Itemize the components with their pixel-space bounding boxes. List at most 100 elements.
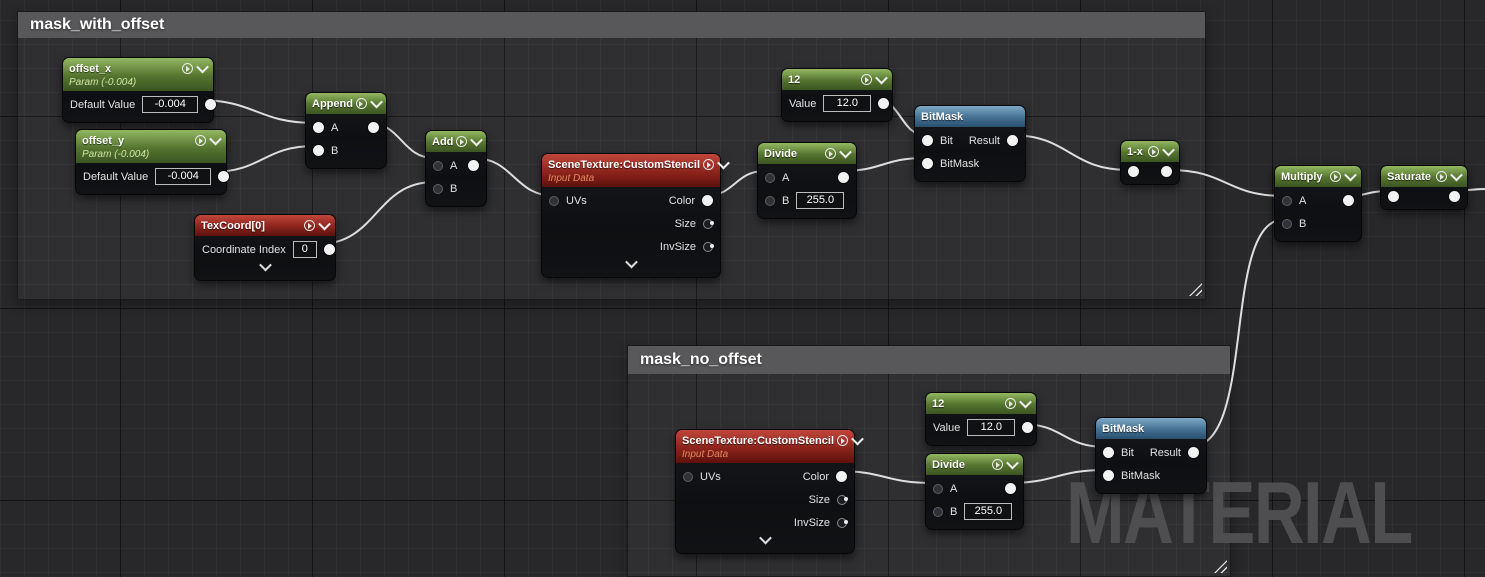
output-pin-result[interactable] xyxy=(1188,447,1199,458)
preview-icon[interactable] xyxy=(1148,146,1159,157)
input-pin-uvs[interactable] xyxy=(683,471,693,482)
preview-icon[interactable] xyxy=(861,74,872,85)
value-input[interactable]: 12.0 xyxy=(967,419,1016,436)
expand-chevron-icon[interactable] xyxy=(258,258,272,272)
output-pin-color[interactable] xyxy=(702,195,713,206)
node-header[interactable]: SceneTexture:CustomStencil Input Data xyxy=(676,430,864,463)
node-constant-12[interactable]: 12 Value 12.0 xyxy=(781,68,893,122)
output-pin[interactable] xyxy=(1343,195,1354,206)
node-header[interactable]: 12 xyxy=(782,69,892,90)
output-pin[interactable] xyxy=(1005,483,1016,494)
output-pin[interactable] xyxy=(368,122,379,133)
node-header[interactable]: Multiply xyxy=(1275,166,1361,187)
chevron-down-icon[interactable] xyxy=(1344,168,1357,182)
chevron-down-icon[interactable] xyxy=(209,132,222,146)
preview-icon[interactable] xyxy=(703,159,715,170)
input-pin-bitmask[interactable] xyxy=(922,158,933,169)
input-pin-bit[interactable] xyxy=(922,135,933,146)
chevron-down-icon[interactable] xyxy=(196,60,209,74)
input-pin-a[interactable] xyxy=(765,172,775,183)
node-header[interactable]: BitMask xyxy=(1096,418,1206,439)
chevron-down-icon[interactable] xyxy=(1019,395,1032,409)
node-header[interactable]: TexCoord[0] xyxy=(195,215,335,236)
node-offset-x[interactable]: offset_x Param (-0.004) Default Value -0… xyxy=(62,57,217,123)
preview-icon[interactable] xyxy=(1436,171,1447,182)
default-value-input[interactable]: -0.004 xyxy=(142,96,199,113)
b-value-input[interactable]: 255.0 xyxy=(964,503,1013,520)
value-input[interactable]: 12.0 xyxy=(823,95,872,112)
output-pin[interactable] xyxy=(838,172,849,183)
preview-icon[interactable] xyxy=(825,148,836,159)
chevron-down-icon[interactable] xyxy=(839,145,852,159)
expand-chevron-icon[interactable] xyxy=(758,531,772,545)
output-pin[interactable] xyxy=(468,160,479,171)
preview-icon[interactable] xyxy=(304,220,315,231)
chevron-down-icon[interactable] xyxy=(717,156,730,170)
node-divide[interactable]: Divide A B 255.0 xyxy=(925,453,1024,530)
preview-icon[interactable] xyxy=(992,459,1003,470)
coordinate-index-input[interactable]: 0 xyxy=(292,241,317,258)
output-pin-color[interactable] xyxy=(836,471,847,482)
node-header[interactable]: BitMask xyxy=(915,106,1025,127)
output-pin-invsize[interactable] xyxy=(837,517,848,528)
preview-icon[interactable] xyxy=(1330,171,1341,182)
node-texcoord[interactable]: TexCoord[0] Coordinate Index 0 xyxy=(194,214,336,281)
input-pin-b[interactable] xyxy=(765,195,775,206)
input-pin-b[interactable] xyxy=(933,506,943,517)
input-pin[interactable] xyxy=(1388,190,1399,202)
input-pin-a[interactable] xyxy=(313,122,324,133)
preview-icon[interactable] xyxy=(182,63,193,74)
node-header[interactable]: 12 xyxy=(926,393,1036,414)
preview-icon[interactable] xyxy=(456,136,468,147)
node-offset-y[interactable]: offset_y Param (-0.004) Default Value -0… xyxy=(75,129,230,195)
default-value-input[interactable]: -0.004 xyxy=(155,168,212,185)
input-pin-b[interactable] xyxy=(433,183,443,194)
node-bitmask[interactable]: BitMask Bit Result BitMask xyxy=(914,105,1026,182)
preview-icon[interactable] xyxy=(837,435,849,446)
node-scenetexture-customstencil[interactable]: SceneTexture:CustomStencil Input Data UV… xyxy=(675,429,864,554)
node-bitmask[interactable]: BitMask Bit Result BitMask xyxy=(1095,417,1207,494)
node-header[interactable]: Add xyxy=(426,131,486,152)
input-pin-a[interactable] xyxy=(1282,195,1292,206)
b-value-input[interactable]: 255.0 xyxy=(796,192,845,209)
chevron-down-icon[interactable] xyxy=(470,133,484,147)
node-divide[interactable]: Divide A B 255.0 xyxy=(757,142,857,219)
output-pin[interactable] xyxy=(1161,165,1172,177)
node-header[interactable]: Append xyxy=(306,93,386,114)
node-one-minus-x[interactable]: 1-x xyxy=(1120,140,1180,185)
output-pin-result[interactable] xyxy=(1007,135,1018,146)
output-pin-size[interactable] xyxy=(703,218,714,229)
node-header[interactable]: 1-x xyxy=(1121,141,1179,162)
expand-chevron-icon[interactable] xyxy=(624,255,638,269)
output-pin[interactable] xyxy=(323,244,335,255)
output-pin-size[interactable] xyxy=(837,494,848,505)
node-scenetexture-customstencil[interactable]: SceneTexture:CustomStencil Input Data UV… xyxy=(541,153,730,278)
input-pin-a[interactable] xyxy=(433,160,443,171)
node-header[interactable]: Divide xyxy=(926,454,1023,475)
preview-icon[interactable] xyxy=(355,98,367,109)
node-header[interactable]: SceneTexture:CustomStencil Input Data xyxy=(542,154,730,187)
comment-header[interactable]: mask_with_offset xyxy=(18,12,1205,38)
output-pin[interactable] xyxy=(1449,190,1460,202)
output-pin[interactable] xyxy=(218,171,230,182)
node-append[interactable]: Append A B xyxy=(305,92,387,169)
output-pin-invsize[interactable] xyxy=(703,241,714,252)
input-pin-b[interactable] xyxy=(313,145,324,156)
node-saturate[interactable]: Saturate xyxy=(1380,165,1468,210)
input-pin-b[interactable] xyxy=(1282,218,1292,229)
input-pin-bit[interactable] xyxy=(1103,447,1114,458)
node-header[interactable]: Divide xyxy=(758,143,856,164)
chevron-down-icon[interactable] xyxy=(875,71,888,85)
input-pin-a[interactable] xyxy=(933,483,943,494)
resize-handle[interactable] xyxy=(1189,283,1202,296)
preview-icon[interactable] xyxy=(1005,398,1016,409)
preview-icon[interactable] xyxy=(195,135,206,146)
output-pin[interactable] xyxy=(878,98,890,109)
chevron-down-icon[interactable] xyxy=(851,432,864,446)
input-pin-bitmask[interactable] xyxy=(1103,470,1114,481)
node-header[interactable]: offset_y Param (-0.004) xyxy=(76,130,226,163)
chevron-down-icon[interactable] xyxy=(1162,143,1175,157)
output-pin[interactable] xyxy=(1022,422,1034,433)
node-add[interactable]: Add A B xyxy=(425,130,487,207)
node-multiply[interactable]: Multiply A B xyxy=(1274,165,1362,242)
